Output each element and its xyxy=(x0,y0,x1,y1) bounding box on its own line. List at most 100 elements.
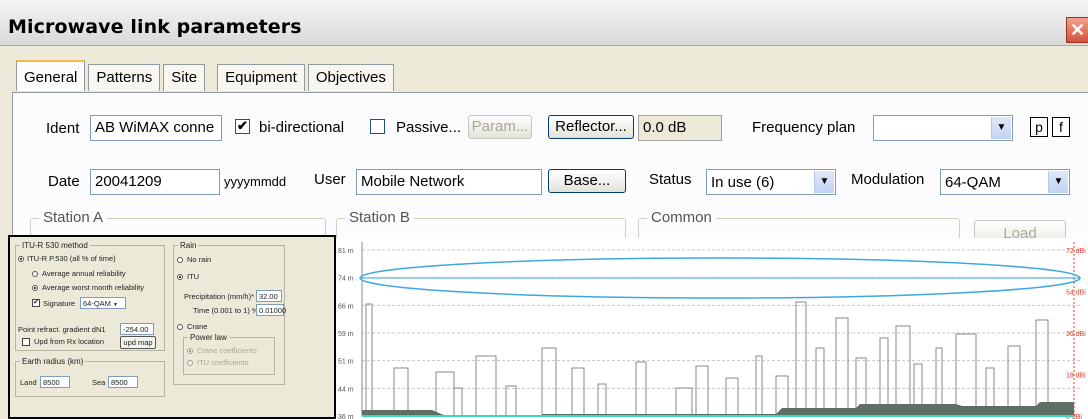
common-title: Common xyxy=(647,209,716,226)
obstacle-outline xyxy=(393,367,409,416)
signature-checkbox[interactable]: ✔ xyxy=(32,299,40,307)
crane-coeff-radio[interactable] xyxy=(187,348,193,354)
tab-objectives[interactable]: Objectives xyxy=(307,64,394,91)
modulation-value: 64-QAM xyxy=(945,174,1001,191)
y-tick-label: 66 m xyxy=(338,303,354,310)
precip-label: Precipitation (mm/h)* xyxy=(184,292,255,301)
obstacle-outline xyxy=(1035,319,1049,416)
avg-worst-month-radio[interactable] xyxy=(32,285,38,291)
window-title: Microwave link parameters xyxy=(8,16,302,38)
profile-chart-svg: 81 m 74 m 66 m 59 m 51 m 44 m 36 m 72 dBi 54 dBi… xyxy=(338,242,1086,419)
right-tick-label: 36 dBi xyxy=(1066,331,1086,338)
power-law-group: Power law xyxy=(183,333,275,375)
close-icon: ✕ xyxy=(1069,20,1086,40)
bidirectional-checkbox[interactable]: ✔ xyxy=(235,119,250,134)
avg-annual-radio[interactable] xyxy=(32,271,38,277)
point-refract-label: Point refract. gradient dN1 xyxy=(18,325,106,334)
close-button[interactable]: ✕ xyxy=(1066,17,1088,43)
y-tick-label: 44 m xyxy=(338,386,354,393)
y-tick-label: 59 m xyxy=(338,331,354,338)
date-input[interactable]: 20041209 xyxy=(90,169,220,195)
obstacle-outline xyxy=(453,387,463,416)
itu-p530-label: ITU-R P.530 (all % of time) xyxy=(27,254,116,263)
obstacle-outline xyxy=(895,325,911,416)
tab-site[interactable]: Site xyxy=(163,64,206,91)
user-input[interactable]: Mobile Network xyxy=(356,169,542,195)
land-input[interactable]: 8500 xyxy=(40,376,70,388)
terrain-profile xyxy=(362,402,1074,416)
y-tick-label: 81 m xyxy=(338,248,354,255)
itu-coeff-radio[interactable] xyxy=(187,360,193,366)
right-tick-label: 18 dBi xyxy=(1066,373,1086,380)
tab-general[interactable]: General xyxy=(16,60,86,91)
itu-rain-radio[interactable] xyxy=(177,274,183,280)
obstacle-outline xyxy=(815,347,825,416)
crane-radio[interactable] xyxy=(177,324,183,330)
ident-label: Ident xyxy=(46,120,80,137)
param-button[interactable]: Param... xyxy=(468,115,532,139)
obstacle-outline xyxy=(675,387,693,416)
signature-dropdown[interactable]: 64-QAM ▼ xyxy=(80,297,126,309)
signature-label: Signature xyxy=(43,299,76,308)
tab-strip: General Patterns Site Equipment Objectiv… xyxy=(16,60,397,92)
modulation-label: Modulation xyxy=(851,171,925,188)
title-bar: Microwave link parameters ✕ xyxy=(0,0,1088,46)
obstacle-outline xyxy=(541,347,557,416)
date-format-label: yyyymmdd xyxy=(224,174,287,189)
obstacle-outline xyxy=(755,355,763,416)
station-b-title: Station B xyxy=(345,209,414,226)
earth-radius-group: Earth radius (km) xyxy=(15,357,165,397)
itu-method-title: ITU-R 530 method xyxy=(20,241,90,250)
reflector-button[interactable]: Reflector... xyxy=(548,115,634,139)
time-input[interactable]: 0.01000 xyxy=(256,304,286,316)
itu-coeff-label: ITU coefficients xyxy=(197,358,249,367)
profile-chart: 81 m 74 m 66 m 59 m 51 m 44 m 36 m 72 dBi 54 dBi… xyxy=(336,238,1088,419)
tab-equipment[interactable]: Equipment xyxy=(217,64,305,91)
chevron-down-icon: ▼ xyxy=(113,302,118,308)
passive-label: Passive... xyxy=(396,119,462,136)
check-icon: ✔ xyxy=(33,299,39,306)
passive-checkbox[interactable] xyxy=(370,119,385,134)
check-icon: ✔ xyxy=(237,118,248,133)
f-button[interactable]: f xyxy=(1052,117,1070,137)
user-label: User xyxy=(314,171,346,188)
precip-input[interactable]: 32.00 xyxy=(256,290,282,302)
chevron-down-icon: ▼ xyxy=(991,117,1011,139)
upd-rx-checkbox[interactable] xyxy=(22,338,30,346)
no-rain-label: No rain xyxy=(187,255,212,264)
modulation-dropdown[interactable]: 64-QAM ▼ xyxy=(940,169,1070,195)
obstacle-outline xyxy=(635,361,647,416)
no-rain-radio[interactable] xyxy=(177,257,183,263)
point-refract-input[interactable]: -254.00 xyxy=(120,323,154,335)
upd-map-button[interactable]: upd map xyxy=(120,336,156,349)
base-button[interactable]: Base... xyxy=(548,169,626,193)
obstacle-outline xyxy=(955,333,977,416)
itu-p530-radio[interactable] xyxy=(18,256,24,262)
right-tick-label: 54 dBi xyxy=(1066,290,1086,297)
station-a-title: Station A xyxy=(39,209,108,226)
signature-value: 64-QAM xyxy=(83,299,111,308)
bidirectional-label: bi-directional xyxy=(259,119,345,136)
y-tick-label: 51 m xyxy=(338,359,354,366)
frequency-plan-dropdown[interactable]: ▼ xyxy=(873,115,1013,141)
right-tick-label: 72 dBi xyxy=(1066,248,1086,255)
date-label: Date xyxy=(48,173,80,190)
time-label: Time (0.001 to 1) % xyxy=(193,306,259,315)
reflector-value: 0.0 dB xyxy=(638,115,722,141)
avg-worst-month-label: Average worst month reliability xyxy=(42,283,144,292)
p-button[interactable]: p xyxy=(1030,117,1048,137)
chevron-down-icon: ▼ xyxy=(814,171,834,193)
crane-coeff-label: Crane coefficients xyxy=(197,346,257,355)
obstacle-outline xyxy=(435,371,455,416)
status-dropdown[interactable]: In use (6) ▼ xyxy=(706,169,836,195)
tab-patterns[interactable]: Patterns xyxy=(88,64,161,91)
ident-input[interactable]: AB WiMAX conne xyxy=(90,115,222,141)
y-tick-label: 74 m xyxy=(338,276,354,283)
upd-rx-label: Upd from Rx location xyxy=(34,337,105,346)
sea-input[interactable]: 8500 xyxy=(108,376,138,388)
frequency-plan-label: Frequency plan xyxy=(752,119,856,136)
obstacle-outline xyxy=(571,367,585,416)
land-label: Land xyxy=(20,378,37,387)
itu-settings-inset: ITU-R 530 method ITU-R P.530 (all % of t… xyxy=(8,235,336,419)
obstacle-outline xyxy=(365,303,373,416)
